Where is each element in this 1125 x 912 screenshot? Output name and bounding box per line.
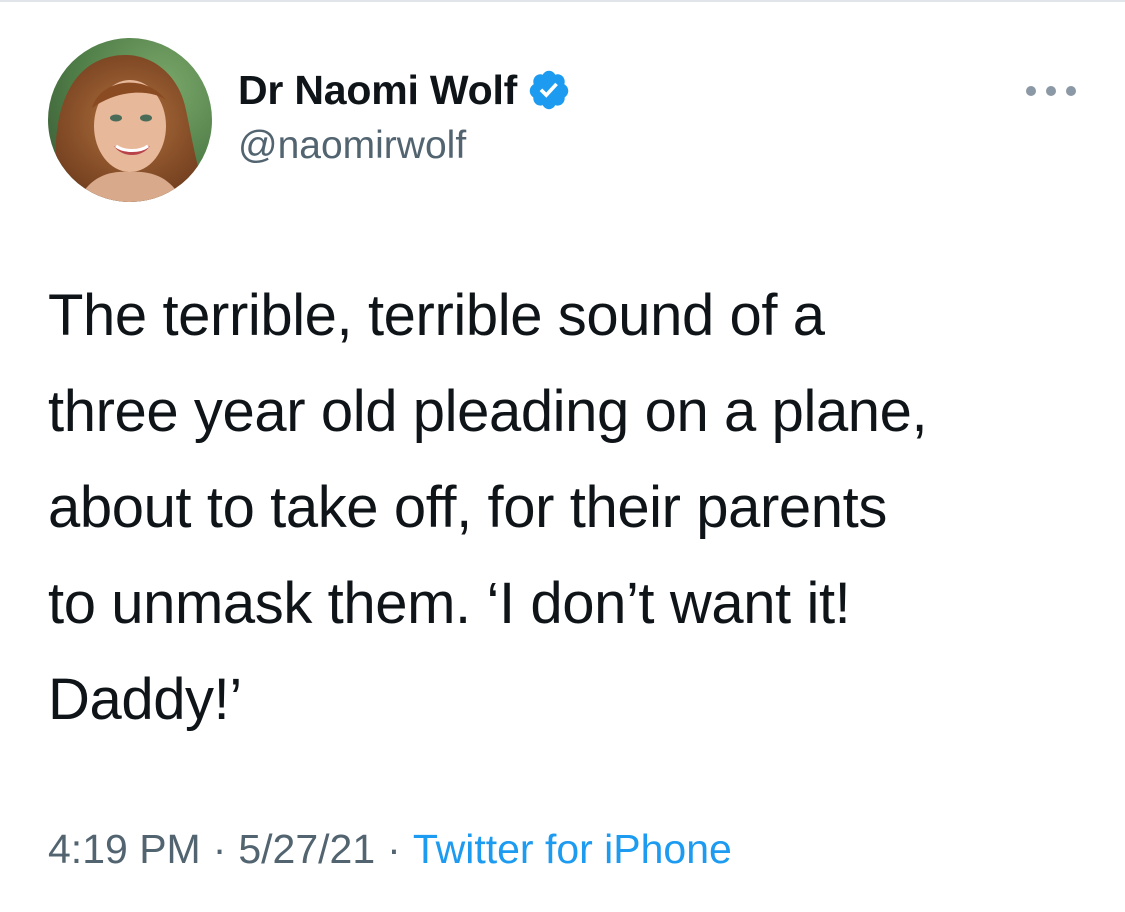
tweet-detail: Dr Naomi Wolf @naomirwolf The terrible, …: [0, 0, 1125, 912]
tweet-time[interactable]: 4:19 PM: [48, 826, 201, 873]
more-dot: [1066, 86, 1076, 96]
author-info: Dr Naomi Wolf @naomirwolf: [238, 62, 571, 168]
more-dot: [1046, 86, 1056, 96]
divider: [0, 0, 1125, 2]
tweet-metadata: 4:19 PM · 5/27/21 · Twitter for iPhone: [48, 826, 732, 873]
tweet-source-link[interactable]: Twitter for iPhone: [413, 826, 732, 873]
tweet-date[interactable]: 5/27/21: [238, 826, 375, 873]
more-options-icon[interactable]: [1026, 84, 1076, 98]
verified-badge-icon: [527, 68, 571, 112]
more-dot: [1026, 86, 1036, 96]
tweet-text: The terrible, terrible sound of a three …: [48, 283, 928, 732]
display-name[interactable]: Dr Naomi Wolf: [238, 67, 517, 114]
author-handle[interactable]: @naomirwolf: [238, 124, 571, 168]
separator: ·: [387, 826, 401, 872]
separator: ·: [212, 826, 227, 872]
display-name-row: Dr Naomi Wolf: [238, 62, 571, 118]
avatar[interactable]: [48, 38, 212, 202]
